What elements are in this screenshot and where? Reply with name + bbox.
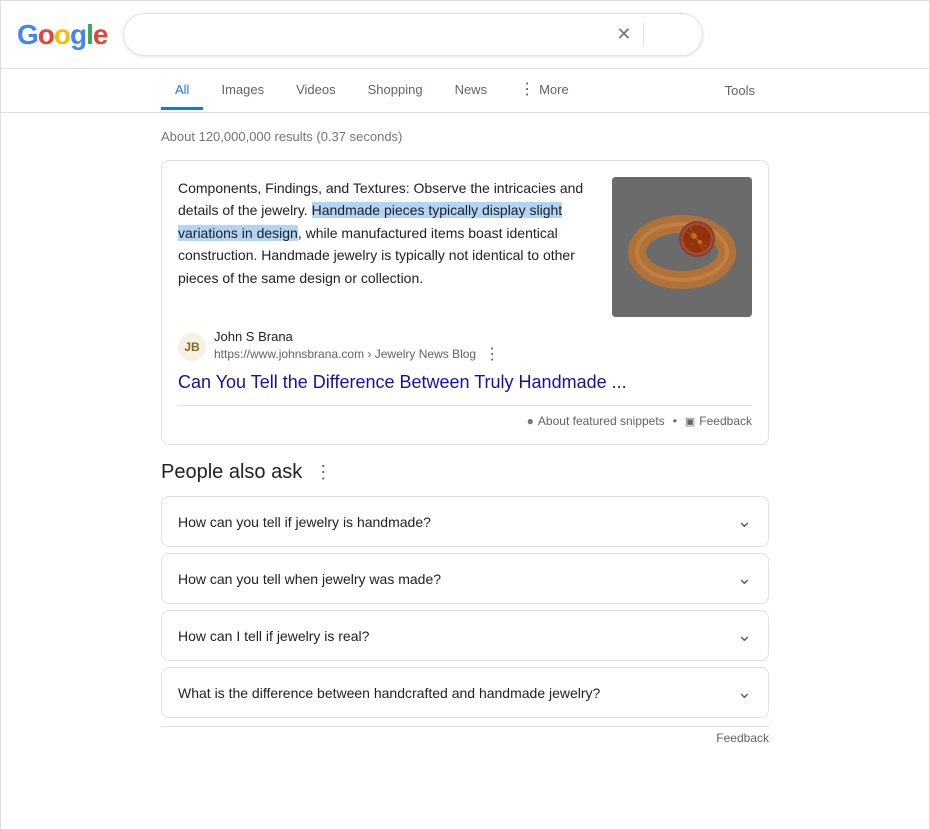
- bottom-feedback[interactable]: Feedback: [161, 726, 769, 749]
- snippet-footer: ● About featured snippets • ▣ Feedback: [178, 405, 752, 428]
- source-name: John S Brana: [214, 329, 504, 344]
- snippet-text: Components, Findings, and Textures: Obse…: [178, 177, 596, 317]
- source-menu-icon[interactable]: ⋮: [480, 344, 504, 364]
- paa-section: People also ask ⋮ How can you tell if je…: [161, 461, 769, 749]
- footer-dot: •: [673, 414, 677, 428]
- header: Google how to see if jewelry is handmade…: [1, 1, 929, 69]
- paa-question-3[interactable]: How can I tell if jewelry is real? ⌄: [161, 610, 769, 661]
- snippet-image: [612, 177, 752, 317]
- lens-button[interactable]: [668, 33, 672, 37]
- voice-search-button[interactable]: [654, 33, 658, 37]
- paa-question-4[interactable]: What is the difference between handcraft…: [161, 667, 769, 718]
- clear-button[interactable]: ✕: [614, 22, 633, 47]
- snippet-content: Components, Findings, and Textures: Obse…: [178, 177, 752, 317]
- tab-images[interactable]: Images: [207, 72, 278, 110]
- about-snippets[interactable]: ● About featured snippets: [527, 414, 665, 428]
- tab-more[interactable]: ⋮ More: [505, 69, 583, 112]
- featured-snippet: Components, Findings, and Textures: Obse…: [161, 160, 769, 445]
- search-bar: how to see if jewelry is handmade ✕: [123, 13, 703, 56]
- paa-menu-icon[interactable]: ⋮: [310, 462, 336, 483]
- three-dots-icon: ⋮: [519, 79, 536, 99]
- paa-header: People also ask ⋮: [161, 461, 769, 484]
- snippet-source: JB John S Brana https://www.johnsbrana.c…: [178, 329, 752, 364]
- paa-question-text-1: How can you tell if jewelry is handmade?: [178, 514, 431, 530]
- chevron-down-icon-4: ⌄: [737, 682, 752, 703]
- divider: [643, 23, 644, 47]
- paa-question-text-3: How can I tell if jewelry is real?: [178, 628, 369, 644]
- tools-button[interactable]: Tools: [711, 73, 769, 108]
- results-stats: About 120,000,000 results (0.37 seconds): [161, 129, 769, 144]
- paa-question-text-2: How can you tell when jewelry was made?: [178, 571, 441, 587]
- feedback-icon: ▣: [685, 415, 695, 428]
- snippet-feedback[interactable]: ▣ Feedback: [685, 414, 752, 428]
- search-input[interactable]: how to see if jewelry is handmade: [140, 26, 606, 44]
- results-area: About 120,000,000 results (0.37 seconds)…: [1, 113, 929, 765]
- tab-shopping[interactable]: Shopping: [354, 72, 437, 110]
- snippet-link[interactable]: Can You Tell the Difference Between Trul…: [178, 372, 752, 393]
- chevron-down-icon-1: ⌄: [737, 511, 752, 532]
- source-url: https://www.johnsbrana.com › Jewelry New…: [214, 344, 504, 364]
- paa-question-1[interactable]: How can you tell if jewelry is handmade?…: [161, 496, 769, 547]
- question-circle-icon: ●: [527, 414, 534, 428]
- source-favicon: JB: [178, 333, 206, 361]
- tab-all[interactable]: All: [161, 72, 203, 110]
- nav-tabs: All Images Videos Shopping News ⋮ More T…: [1, 69, 929, 113]
- search-button[interactable]: [682, 33, 686, 37]
- tab-videos[interactable]: Videos: [282, 72, 350, 110]
- paa-question-text-4: What is the difference between handcraft…: [178, 685, 600, 701]
- paa-question-2[interactable]: How can you tell when jewelry was made? …: [161, 553, 769, 604]
- google-logo[interactable]: Google: [17, 19, 107, 51]
- source-info: John S Brana https://www.johnsbrana.com …: [214, 329, 504, 364]
- chevron-down-icon-3: ⌄: [737, 625, 752, 646]
- search-bar-icons: ✕: [614, 22, 686, 47]
- chevron-down-icon-2: ⌄: [737, 568, 752, 589]
- tab-news[interactable]: News: [441, 72, 502, 110]
